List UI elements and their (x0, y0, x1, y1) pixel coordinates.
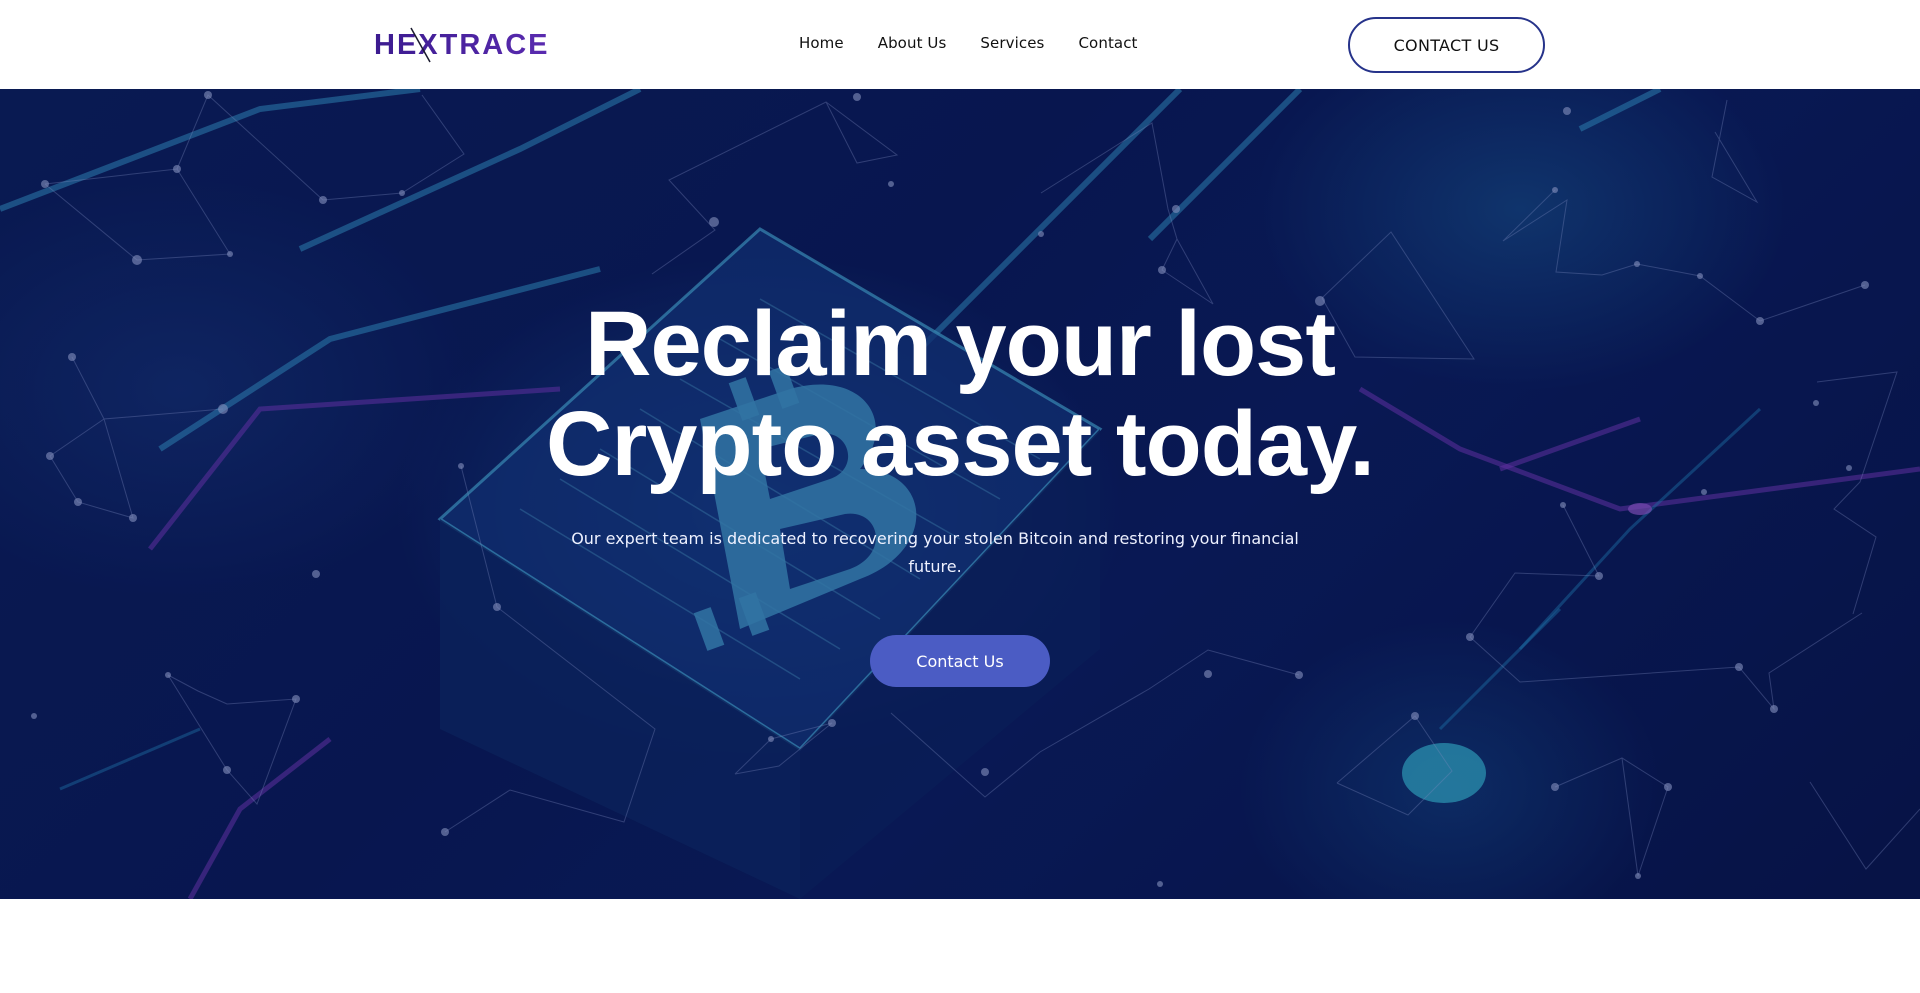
hero-heading: Reclaim your lost Crypto asset today. (460, 294, 1460, 494)
hextrace-logo[interactable]: HEXTRACE (374, 24, 549, 64)
hero-heading-line-2: Crypto asset today. (546, 393, 1375, 495)
nav-home[interactable]: Home (799, 34, 844, 52)
below-hero-section (0, 899, 1920, 993)
hero-heading-line-1: Reclaim your lost (585, 293, 1336, 395)
svg-text:HEXTRACE: HEXTRACE (374, 29, 549, 61)
nav-services[interactable]: Services (980, 34, 1044, 52)
nav-about-us[interactable]: About Us (878, 34, 947, 52)
hero-content: Reclaim your lost Crypto asset today. Ou… (0, 89, 1920, 899)
hero-section: Reclaim your lost Crypto asset today. Ou… (0, 89, 1920, 899)
hero-contact-us-button[interactable]: Contact Us (870, 635, 1050, 687)
nav-contact[interactable]: Contact (1078, 34, 1137, 52)
site-header: HEXTRACE Home About Us Services Contact … (0, 0, 1920, 89)
logo-mark-icon: HEXTRACE (374, 27, 549, 63)
header-contact-us-button[interactable]: CONTACT US (1348, 17, 1545, 73)
hero-subtitle: Our expert team is dedicated to recoveri… (571, 529, 1299, 576)
main-nav: Home About Us Services Contact (799, 34, 1138, 52)
